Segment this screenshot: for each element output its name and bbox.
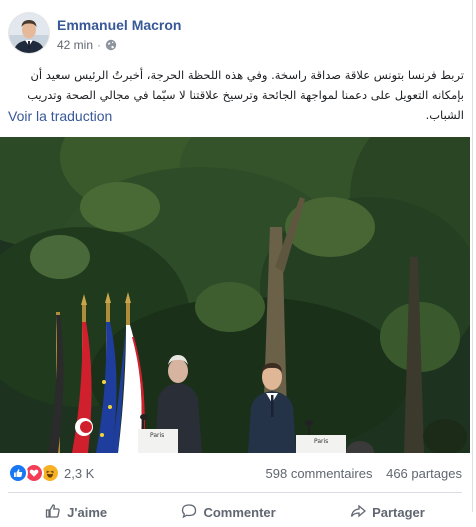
comment-button[interactable]: Commenter <box>181 497 276 527</box>
comment-label: Commenter <box>203 504 276 520</box>
lectern-left-label: Paris <box>150 432 164 439</box>
shares-count[interactable]: 466 partages <box>386 466 462 481</box>
like-action-icon <box>45 503 61 522</box>
engagement-counts: 598 commentaires 466 partages <box>256 466 462 481</box>
actions-divider <box>8 492 462 493</box>
meta-separator: · <box>97 38 102 52</box>
lectern-right-label: Paris <box>314 438 328 445</box>
post-card: Emmanuel Macron 42 min · تربط فرنسا بتون… <box>0 0 473 520</box>
see-translation-link[interactable]: Voir la traduction <box>8 108 112 124</box>
comments-count[interactable]: 598 commentaires <box>266 466 373 481</box>
like-icon <box>8 463 28 483</box>
comment-action-icon <box>181 503 197 522</box>
like-button[interactable]: J'aime <box>45 497 107 527</box>
share-button[interactable]: Partager <box>350 497 425 527</box>
avatar[interactable] <box>9 13 49 53</box>
like-label: J'aime <box>67 504 108 520</box>
share-action-icon <box>350 503 367 522</box>
post-photo[interactable]: Paris Paris <box>0 137 470 453</box>
post-actions: J'aime Commenter Partager <box>8 497 462 527</box>
post-stats: 2,3 K 598 commentaires 466 partages <box>8 460 462 486</box>
reactions-summary[interactable]: 2,3 K <box>8 463 94 483</box>
globe-icon[interactable] <box>105 39 117 51</box>
author-name[interactable]: Emmanuel Macron <box>57 17 181 33</box>
post-meta: 42 min · <box>57 38 117 52</box>
share-label: Partager <box>372 504 425 520</box>
post-timestamp[interactable]: 42 min <box>57 38 93 52</box>
reaction-count[interactable]: 2,3 K <box>64 466 94 481</box>
